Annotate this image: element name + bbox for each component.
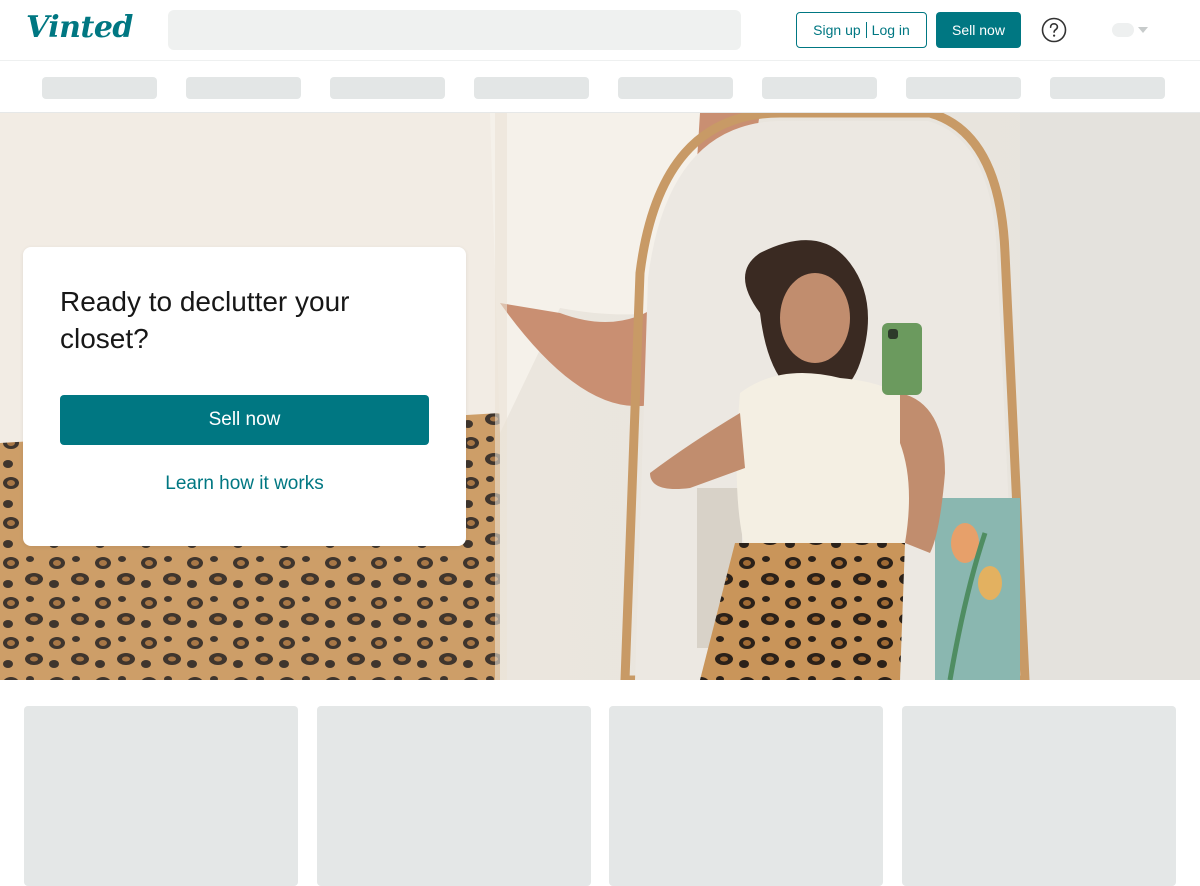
category-placeholder[interactable] bbox=[474, 77, 589, 99]
top-header: Vinted Sign up Log in Sell now bbox=[0, 0, 1200, 60]
login-link[interactable]: Log in bbox=[872, 22, 910, 38]
item-card-placeholder[interactable] bbox=[24, 706, 298, 886]
item-card-placeholder[interactable] bbox=[317, 706, 591, 886]
signup-link[interactable]: Sign up bbox=[813, 22, 860, 38]
item-card-placeholder[interactable] bbox=[609, 706, 883, 886]
hero-title: Ready to declutter your closet? bbox=[60, 286, 350, 354]
sell-now-button[interactable]: Sell now bbox=[936, 12, 1021, 48]
category-placeholder[interactable] bbox=[618, 77, 733, 99]
category-placeholder[interactable] bbox=[1050, 77, 1165, 99]
language-selector[interactable] bbox=[1112, 22, 1154, 38]
auth-divider bbox=[865, 22, 867, 38]
vinted-logo[interactable]: Vinted bbox=[26, 10, 133, 45]
category-placeholder[interactable] bbox=[906, 77, 1021, 99]
hero-banner: Ready to declutter your closet? Sell now… bbox=[0, 113, 1200, 680]
question-circle-icon[interactable] bbox=[1041, 17, 1067, 43]
item-card-placeholder[interactable] bbox=[902, 706, 1176, 886]
hero-sell-now-button[interactable]: Sell now bbox=[60, 395, 429, 445]
search-input[interactable] bbox=[168, 10, 741, 50]
category-placeholder[interactable] bbox=[762, 77, 877, 99]
category-placeholder[interactable] bbox=[42, 77, 157, 99]
item-feed bbox=[0, 680, 1200, 886]
learn-how-it-works-link[interactable]: Learn how it works bbox=[60, 469, 429, 499]
signup-login-button[interactable]: Sign up Log in bbox=[796, 12, 927, 48]
language-flag-placeholder bbox=[1112, 23, 1134, 37]
hero-card: Ready to declutter your closet? Sell now… bbox=[23, 247, 466, 546]
category-placeholder[interactable] bbox=[186, 77, 301, 99]
chevron-down-icon bbox=[1138, 27, 1148, 33]
category-placeholder[interactable] bbox=[330, 77, 445, 99]
category-nav bbox=[0, 60, 1200, 113]
